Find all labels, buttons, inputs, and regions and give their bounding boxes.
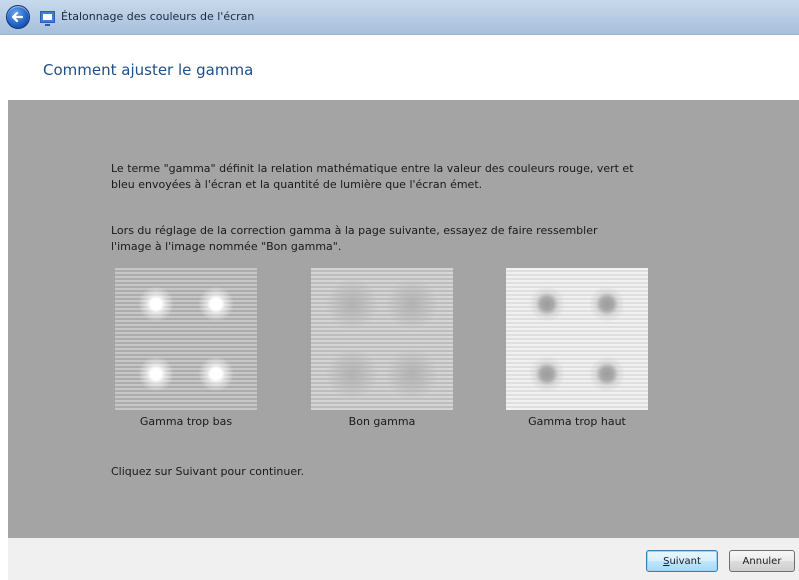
sample-dot [138, 356, 174, 392]
sample-dot [386, 348, 438, 400]
sample-dot [589, 356, 625, 392]
sample-dot [326, 348, 378, 400]
gamma-too-high-sample-image [506, 268, 648, 410]
gamma-definition-text: Le terme "gamma" définit la relation mat… [111, 161, 691, 193]
sample-dot [589, 286, 625, 322]
gamma-too-high-caption: Gamma trop haut [528, 415, 626, 428]
sample-dot [529, 286, 565, 322]
sample-dot [198, 356, 234, 392]
sample-dot [138, 286, 174, 322]
continue-instruction: Cliquez sur Suivant pour continuer. [111, 465, 305, 478]
title-bar: Étalonnage des couleurs de l'écran [0, 0, 799, 35]
gamma-instruction-line-2: l'image à l'image nommée "Bon gamma". [111, 240, 342, 253]
page-heading: Comment ajuster le gamma [43, 61, 254, 79]
next-button[interactable]: Suivant [646, 550, 718, 572]
gamma-definition-line-2: bleu envoyées à l'écran et la quantité d… [111, 178, 483, 191]
good-gamma-sample-image [311, 268, 453, 410]
gamma-instruction-text: Lors du réglage de la correction gamma à… [111, 223, 691, 255]
next-button-label: uivant [669, 555, 701, 567]
footer-bar: Suivant Annuler [8, 538, 799, 580]
monitor-icon [40, 11, 55, 26]
sample-dot [326, 278, 378, 330]
content-panel: Le terme "gamma" définit la relation mat… [8, 100, 799, 538]
sample-dot [198, 286, 234, 322]
gamma-too-low-caption: Gamma trop bas [139, 415, 233, 428]
sample-dot [386, 278, 438, 330]
cancel-button[interactable]: Annuler [729, 550, 795, 572]
gamma-definition-line-1: Le terme "gamma" définit la relation mat… [111, 162, 634, 175]
window-title: Étalonnage des couleurs de l'écran [61, 10, 255, 23]
back-arrow-icon[interactable] [6, 5, 30, 29]
good-gamma-caption: Bon gamma [348, 415, 416, 428]
sample-dot [529, 356, 565, 392]
gamma-instruction-line-1: Lors du réglage de la correction gamma à… [111, 224, 598, 237]
gamma-too-low-sample-image [115, 268, 257, 410]
